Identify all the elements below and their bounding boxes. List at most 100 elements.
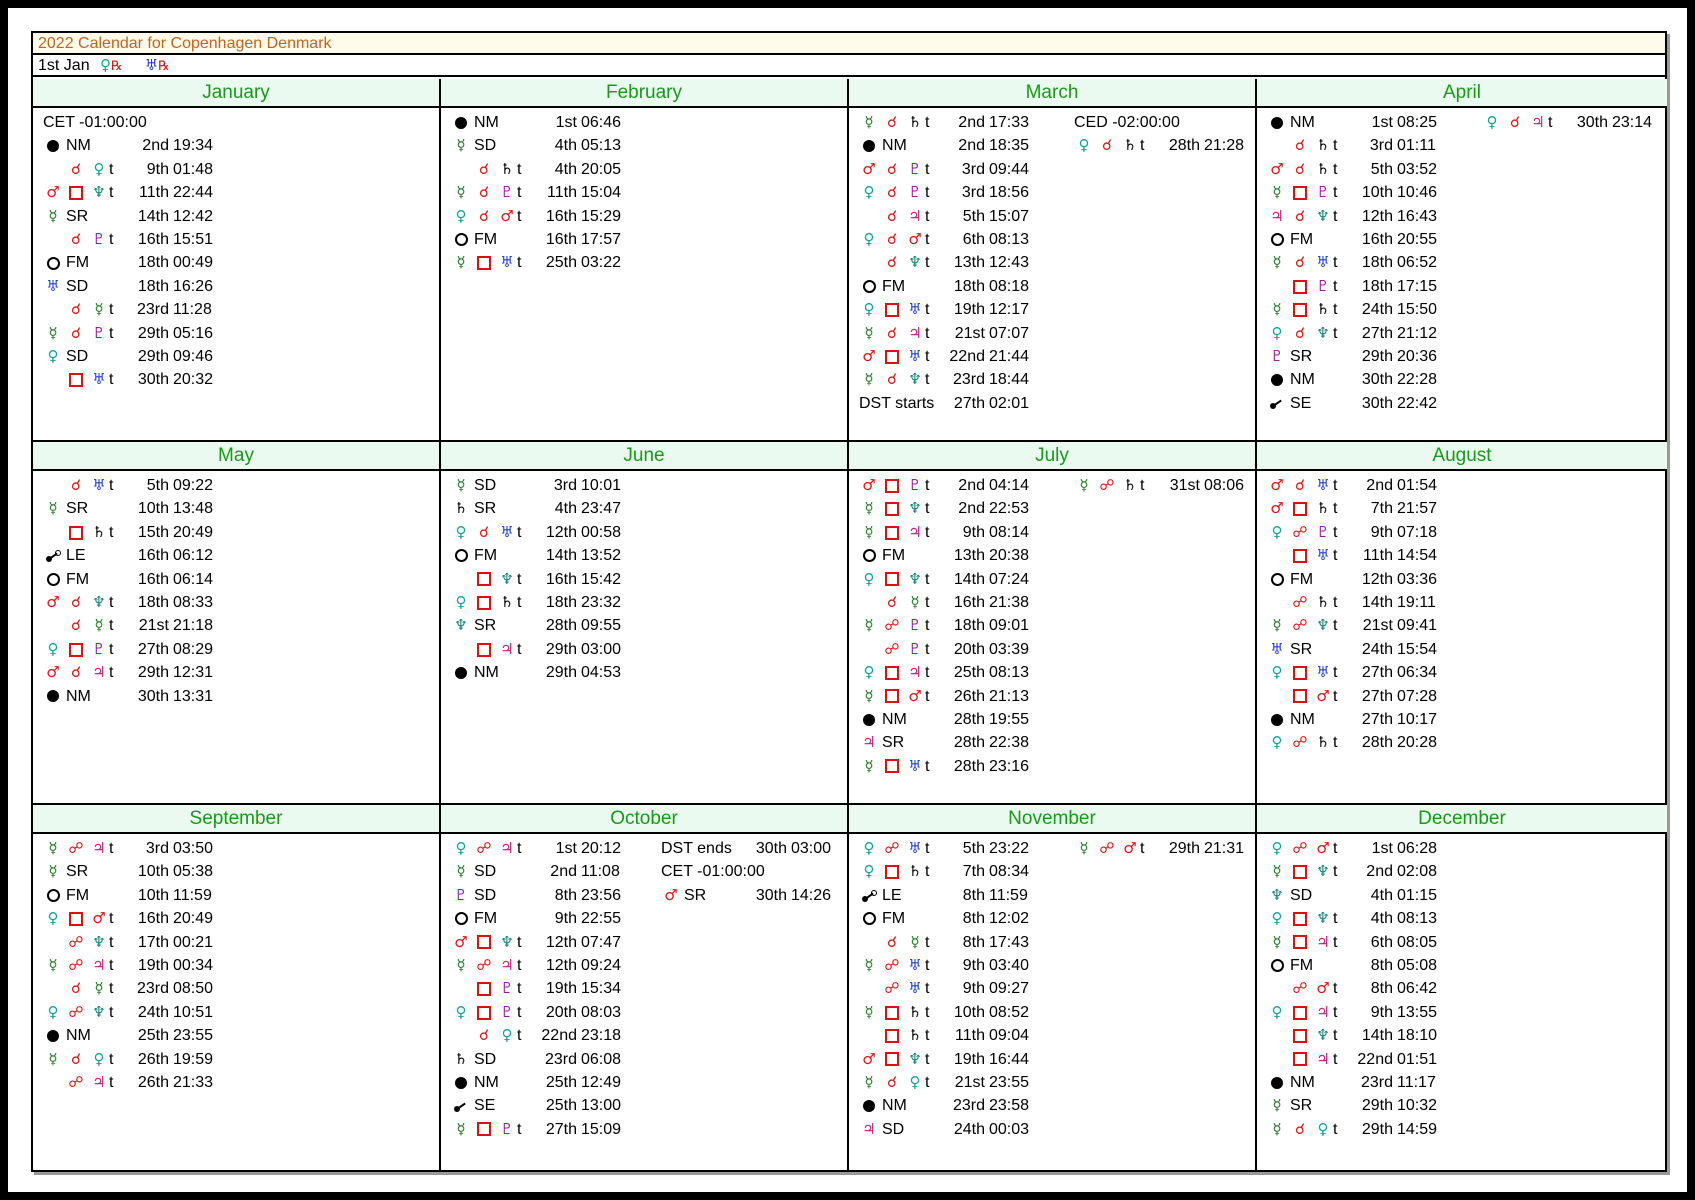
full-moon-ring [46, 889, 60, 903]
square-aspect-icon [1290, 860, 1310, 883]
event-day: 27th [1361, 324, 1393, 342]
event-day: 3rd [145, 840, 169, 857]
transit-marker: t [925, 640, 930, 658]
event-time: 17:33 [989, 114, 1030, 131]
timezone-note: CET -01:00:00 [43, 114, 147, 131]
event-time: 08:50 [173, 980, 214, 998]
mars-icon: ♂ [454, 932, 468, 951]
event-day: 3rd [553, 477, 577, 494]
event-time: 11:59 [173, 886, 212, 904]
event-time: 16:43 [1397, 207, 1438, 225]
transit-marker: t [517, 593, 522, 611]
transit-marker: t [925, 863, 930, 881]
square-aspect-icon [1290, 931, 1310, 954]
jupiter-icon: ♃ [908, 206, 922, 225]
opposition-aspect-icon: ☍ [68, 955, 84, 974]
event-day: 16th [137, 230, 169, 248]
new-moon-icon [43, 134, 63, 157]
venus-icon: ♀ [93, 1049, 105, 1068]
jupiter-icon: ♃ [862, 1119, 876, 1138]
new-moon-disc [1271, 116, 1283, 129]
uranus-icon: ♅ [908, 955, 922, 974]
month-title: December [1257, 805, 1667, 834]
event-time: 20:32 [173, 371, 214, 389]
timezone-note: CET -01:00:00 [661, 863, 765, 881]
transit-marker: t [109, 910, 114, 928]
transit-marker: t [925, 184, 930, 202]
venus-icon: ♀ [863, 300, 875, 319]
legend-retrograde-planets: ♀℞ ♅℞ [100, 56, 192, 74]
venus-icon: ♀ [1317, 1119, 1329, 1138]
square-aspect-icon [474, 591, 494, 614]
event-time: 01:54 [1397, 477, 1438, 494]
venus-icon: ♀ [1271, 522, 1283, 541]
square-shape [885, 525, 899, 540]
new-moon-disc [47, 690, 59, 703]
event-day: 14th [1361, 1027, 1393, 1045]
venus-icon: ♀ [1078, 136, 1090, 155]
event-time: 23:55 [989, 1073, 1030, 1091]
conjunction-aspect-icon: ☌ [886, 159, 898, 178]
conjunction-aspect-icon: ☌ [70, 229, 82, 248]
event-time: 09:27 [989, 980, 1030, 998]
venus-icon: ♀ [863, 663, 875, 682]
event-time: 21:57 [1397, 500, 1438, 518]
month-title: May [33, 442, 439, 471]
event-label: SR [66, 500, 89, 518]
event-time: 14:54 [1397, 547, 1438, 565]
event-day: 2nd [958, 137, 985, 155]
event-time: 11:08 [581, 863, 620, 881]
event-time: 09:44 [989, 160, 1030, 178]
jupiter-icon: ♃ [1316, 1049, 1330, 1068]
event-day: 10th [1361, 184, 1393, 202]
mercury-icon: ☿ [94, 616, 104, 635]
event-day: 27th [545, 1120, 577, 1138]
event-label: NM [66, 137, 91, 155]
event-label: SD [474, 137, 497, 155]
mars-icon: ♂ [908, 686, 922, 705]
square-aspect-icon [882, 860, 902, 883]
opposition-aspect-icon: ☍ [1292, 839, 1308, 857]
transit-marker: t [1333, 980, 1338, 998]
event-time: 13:55 [1397, 1003, 1438, 1021]
jupiter-icon: ♃ [908, 323, 922, 342]
event-day: 30th [137, 371, 169, 389]
event-time: 18:35 [989, 137, 1030, 155]
month-november: November ♀ ☍ ♅ t 5th 23:22 ♀ ♄ t 7th 08:34 LE 8th 11:5… [849, 805, 1257, 1170]
event-day: 2nd [958, 477, 985, 494]
new-moon-icon [451, 1071, 471, 1094]
event-time: 12:17 [989, 301, 1030, 319]
event-day: 8th [1370, 956, 1393, 974]
lunar-eclipse-icon [859, 884, 879, 907]
event-time: 20:05 [581, 160, 622, 178]
transit-marker: t [1333, 324, 1338, 342]
saturn-icon: ♄ [500, 592, 514, 611]
calendar-sheet: 2022 Calendar for Copenhagen Denmark 1st… [8, 8, 1687, 1192]
event-time: 10:01 [581, 477, 622, 494]
month-august: August ♂ ☌ ♅ t 2nd 01:54 ♂ ♄ t 7th 21:57 ♀ ☍ ♇ t 9th 07:1… [1257, 442, 1667, 805]
eclipse-line [457, 1102, 466, 1110]
event-time: 10:17 [1397, 710, 1438, 728]
event-label: SD [474, 1050, 497, 1068]
event-label: LE [66, 547, 86, 565]
event-time: 03:52 [1397, 160, 1438, 178]
conjunction-aspect-icon: ☌ [1294, 206, 1306, 225]
saturn-icon: ♄ [454, 1049, 468, 1068]
conjunction-aspect-icon: ☌ [70, 616, 82, 635]
neptune-icon: ♆ [908, 499, 922, 518]
transit-marker: t [109, 184, 114, 202]
event-day: 16th [545, 230, 577, 248]
transit-marker: t [109, 840, 114, 857]
transit-marker: t [925, 207, 930, 225]
event-day: 2nd [1366, 863, 1393, 881]
square-aspect-icon [474, 1118, 494, 1141]
conjunction-aspect-icon: ☌ [1294, 1119, 1306, 1138]
event-day: 30th [1361, 394, 1393, 412]
transit-marker: t [517, 570, 522, 588]
mars-icon: ♂ [1270, 499, 1284, 518]
conjunction-aspect-icon: ☌ [70, 663, 82, 682]
event-time: 11:28 [173, 301, 212, 319]
event-label: SD [474, 886, 497, 904]
transit-marker: t [1333, 500, 1338, 518]
event-label: NM [66, 687, 91, 705]
